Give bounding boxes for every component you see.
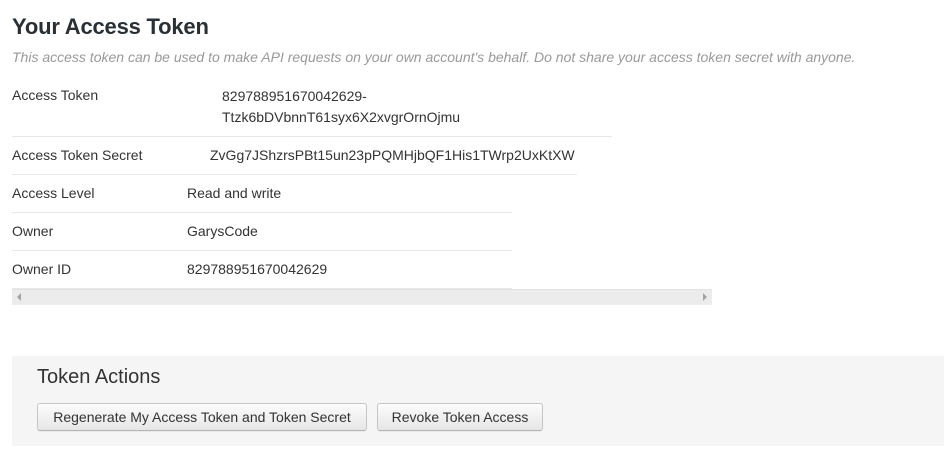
owner-id-label: Owner ID (12, 261, 72, 277)
access-token-value[interactable]: 829788951670042629- Ttzk6bDVbnnT61syx6X2… (222, 86, 460, 128)
revoke-token-button[interactable]: Revoke Token Access (377, 403, 543, 431)
owner-row: Owner GarysCode (12, 213, 512, 251)
owner-value: GarysCode (187, 223, 258, 239)
horizontal-scrollbar[interactable] (12, 289, 712, 305)
access-token-page: Your Access Token This access token can … (0, 0, 944, 461)
access-token-secret-label: Access Token Secret (12, 147, 143, 163)
token-details-table: Access Token 829788951670042629- Ttzk6bD… (12, 80, 612, 289)
owner-id-row: Owner ID 829788951670042629 (12, 251, 512, 289)
access-token-label: Access Token (12, 87, 99, 103)
scroll-right-arrow-icon[interactable] (703, 293, 707, 301)
access-token-value-line1: 829788951670042629- (222, 88, 367, 104)
page-title: Your Access Token (12, 14, 209, 39)
regenerate-token-button[interactable]: Regenerate My Access Token and Token Sec… (37, 403, 367, 431)
owner-id-value: 829788951670042629 (187, 261, 328, 277)
access-level-label: Access Level (12, 185, 95, 201)
token-actions-title: Token Actions (37, 366, 161, 388)
access-level-row: Access Level Read and write (12, 175, 512, 213)
scroll-left-arrow-icon[interactable] (17, 293, 21, 301)
owner-label: Owner (12, 223, 54, 239)
access-token-value-line2: Ttzk6bDVbnnT61syx6X2xvgrOrnOjmu (222, 109, 461, 125)
page-subtitle: This access token can be used to make AP… (12, 49, 856, 65)
access-token-row: Access Token 829788951670042629- Ttzk6bD… (12, 80, 612, 137)
access-level-value: Read and write (187, 185, 282, 201)
access-token-secret-value[interactable]: ZvGg7JShzrsPBt15un23pPQMHjbQF1His1TWrp2U… (210, 145, 575, 166)
access-token-secret-row: Access Token Secret ZvGg7JShzrsPBt15un23… (12, 137, 577, 175)
token-actions-panel: Token Actions Regenerate My Access Token… (12, 356, 944, 446)
